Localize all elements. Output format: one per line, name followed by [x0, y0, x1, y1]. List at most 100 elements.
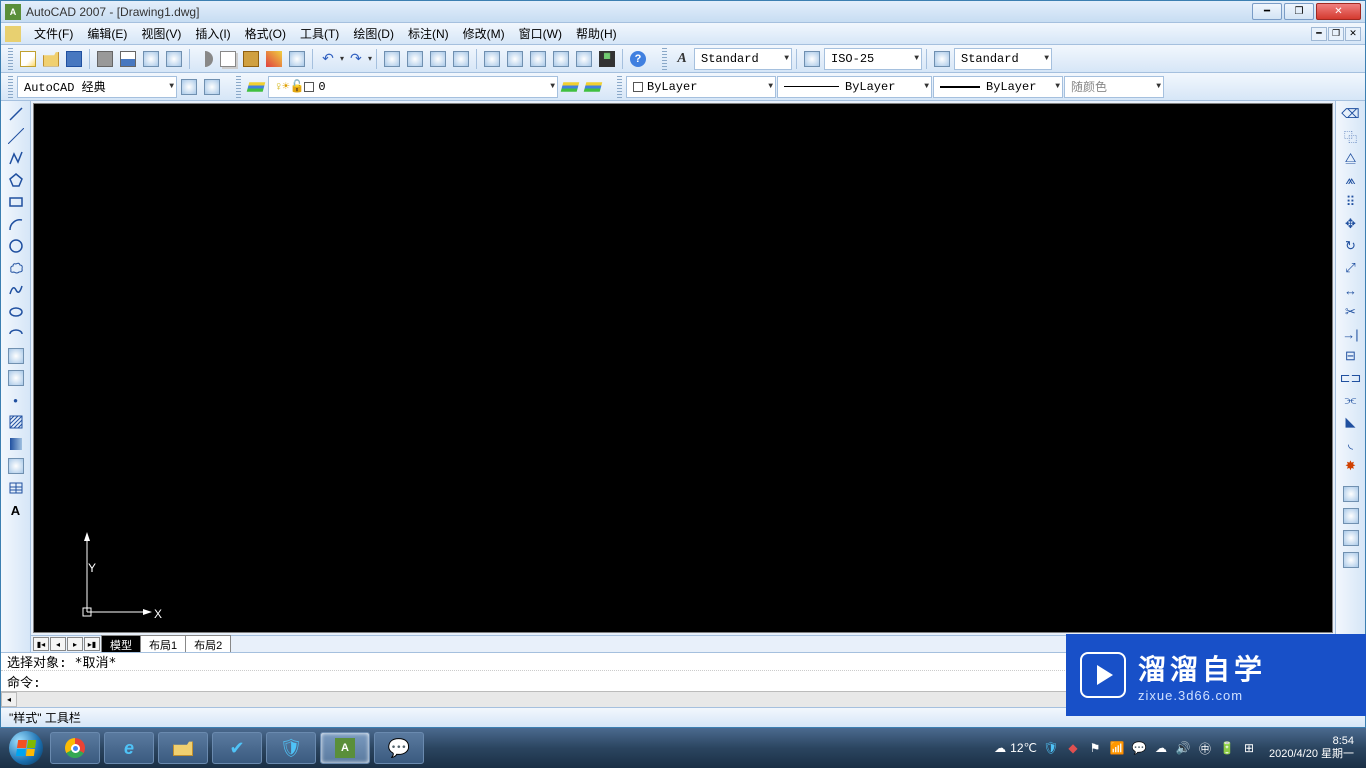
mtext-button[interactable]: A	[5, 499, 27, 521]
zoom-previous-button[interactable]	[450, 48, 472, 70]
polyline-button[interactable]	[5, 147, 27, 169]
ellipse-arc-button[interactable]	[5, 323, 27, 345]
toolbar-grip[interactable]	[8, 48, 13, 70]
break-button[interactable]: ⊏⊐	[1340, 367, 1362, 389]
markup-button[interactable]	[573, 48, 595, 70]
layer-state-button[interactable]	[582, 76, 604, 98]
drawing-canvas[interactable]: Y X	[33, 103, 1333, 633]
hatch-button[interactable]	[5, 411, 27, 433]
3dprint-button[interactable]	[163, 48, 185, 70]
block-editor-button[interactable]	[286, 48, 308, 70]
tray-cloud-icon[interactable]: ☁	[1153, 740, 1169, 756]
task-security[interactable]: ✔	[212, 732, 262, 764]
offset-button[interactable]: ⩕	[1340, 169, 1362, 191]
array-button[interactable]: ⠿	[1340, 191, 1362, 213]
linetype-dropdown[interactable]: ByLayer ▼	[777, 76, 932, 98]
tool-palette-btn-3[interactable]	[1340, 527, 1362, 549]
table-style-mgr-button[interactable]	[931, 48, 953, 70]
rotate-button[interactable]: ↻	[1340, 235, 1362, 257]
polygon-button[interactable]	[5, 169, 27, 191]
open-button[interactable]	[40, 48, 62, 70]
tray-misc-icon[interactable]: ⊞	[1241, 740, 1257, 756]
publish-button[interactable]	[140, 48, 162, 70]
paste-button[interactable]	[240, 48, 262, 70]
extend-button[interactable]: →|	[1340, 323, 1362, 345]
menu-format[interactable]: 格式(O)	[238, 23, 293, 44]
task-chrome[interactable]	[50, 732, 100, 764]
toolbar-grip[interactable]	[236, 76, 241, 98]
redo-button[interactable]: ↶	[345, 48, 367, 70]
tab-prev-button[interactable]: ◂	[50, 637, 66, 651]
toolbar-grip[interactable]	[662, 48, 667, 70]
mdi-minimize-button[interactable]: ━	[1311, 27, 1327, 41]
copy-object-button[interactable]: ⿻	[1340, 125, 1362, 147]
tab-model[interactable]: 模型	[101, 635, 141, 654]
color-dropdown[interactable]: ByLayer ▼	[626, 76, 776, 98]
dim-style-dropdown[interactable]: ISO-25 ▼	[824, 48, 922, 70]
revcloud-button[interactable]	[5, 257, 27, 279]
plot-button[interactable]	[94, 48, 116, 70]
tab-layout1[interactable]: 布局1	[140, 635, 186, 654]
explode-button[interactable]: ✸	[1340, 455, 1362, 477]
tab-layout2[interactable]: 布局2	[185, 635, 231, 654]
insert-block-button[interactable]	[5, 345, 27, 367]
undo-dropdown[interactable]: ▾	[340, 54, 344, 63]
workspace-settings-button[interactable]	[178, 76, 200, 98]
tab-first-button[interactable]: ▮◂	[33, 637, 49, 651]
scroll-left-button[interactable]: ◂	[1, 692, 17, 707]
spline-button[interactable]	[5, 279, 27, 301]
tab-last-button[interactable]: ▸▮	[84, 637, 100, 651]
menu-modify[interactable]: 修改(M)	[456, 23, 512, 44]
lineweight-dropdown[interactable]: ByLayer ▼	[933, 76, 1063, 98]
tray-weather[interactable]: ☁ 12℃	[994, 741, 1037, 755]
tray-battery-icon[interactable]: 🔋	[1219, 740, 1235, 756]
layer-dropdown[interactable]: ♀ ☀ 🔓 0 ▼	[268, 76, 558, 98]
layer-previous-button[interactable]	[559, 76, 581, 98]
maximize-button[interactable]: ❐	[1284, 3, 1314, 20]
help-button[interactable]: ?	[627, 48, 649, 70]
break-at-point-button[interactable]: ⊟	[1340, 345, 1362, 367]
task-autocad[interactable]: A	[320, 732, 370, 764]
text-style-dropdown[interactable]: Standard ▼	[694, 48, 792, 70]
join-button[interactable]: ⫘	[1340, 389, 1362, 411]
make-block-button[interactable]	[5, 367, 27, 389]
menu-dimension[interactable]: 标注(N)	[401, 23, 456, 44]
menu-help[interactable]: 帮助(H)	[569, 23, 624, 44]
menu-insert[interactable]: 插入(I)	[188, 23, 237, 44]
sheet-set-button[interactable]	[550, 48, 572, 70]
line-button[interactable]	[5, 103, 27, 125]
tool-palette-btn-1[interactable]	[1340, 483, 1362, 505]
tray-wechat-icon[interactable]: 💬	[1131, 740, 1147, 756]
my-workspace-button[interactable]	[201, 76, 223, 98]
menu-edit[interactable]: 编辑(E)	[80, 23, 134, 44]
circle-button[interactable]	[5, 235, 27, 257]
toolbar-grip[interactable]	[617, 76, 622, 98]
new-button[interactable]	[17, 48, 39, 70]
start-button[interactable]	[6, 728, 46, 768]
plot-style-dropdown[interactable]: 随颜色 ▼	[1064, 76, 1164, 98]
text-style-mgr-button[interactable]: A	[671, 48, 693, 70]
move-button[interactable]: ✥	[1340, 213, 1362, 235]
menu-tools[interactable]: 工具(T)	[293, 23, 346, 44]
tray-flag-icon[interactable]: ⚑	[1087, 740, 1103, 756]
tray-security-icon[interactable]: 🛡	[1043, 740, 1059, 756]
tray-volume-icon[interactable]: 🔊	[1175, 740, 1191, 756]
minimize-button[interactable]: ━	[1252, 3, 1282, 20]
mdi-restore-button[interactable]: ❐	[1328, 27, 1344, 41]
task-wechat[interactable]: 💬	[374, 732, 424, 764]
menu-view[interactable]: 视图(V)	[134, 23, 188, 44]
toolbar-grip[interactable]	[8, 76, 13, 98]
rectangle-button[interactable]	[5, 191, 27, 213]
erase-button[interactable]: ⌫	[1340, 103, 1362, 125]
dim-style-mgr-button[interactable]	[801, 48, 823, 70]
design-center-button[interactable]	[504, 48, 526, 70]
tool-palette-btn-2[interactable]	[1340, 505, 1362, 527]
arc-button[interactable]	[5, 213, 27, 235]
ellipse-button[interactable]	[5, 301, 27, 323]
tool-palettes-button[interactable]	[527, 48, 549, 70]
tray-ime-icon[interactable]: ㊥	[1197, 740, 1213, 756]
quickcalc-button[interactable]: ▦	[596, 48, 618, 70]
tool-palette-btn-4[interactable]	[1340, 549, 1362, 571]
mirror-button[interactable]: ⧋	[1340, 147, 1362, 169]
properties-button[interactable]	[481, 48, 503, 70]
